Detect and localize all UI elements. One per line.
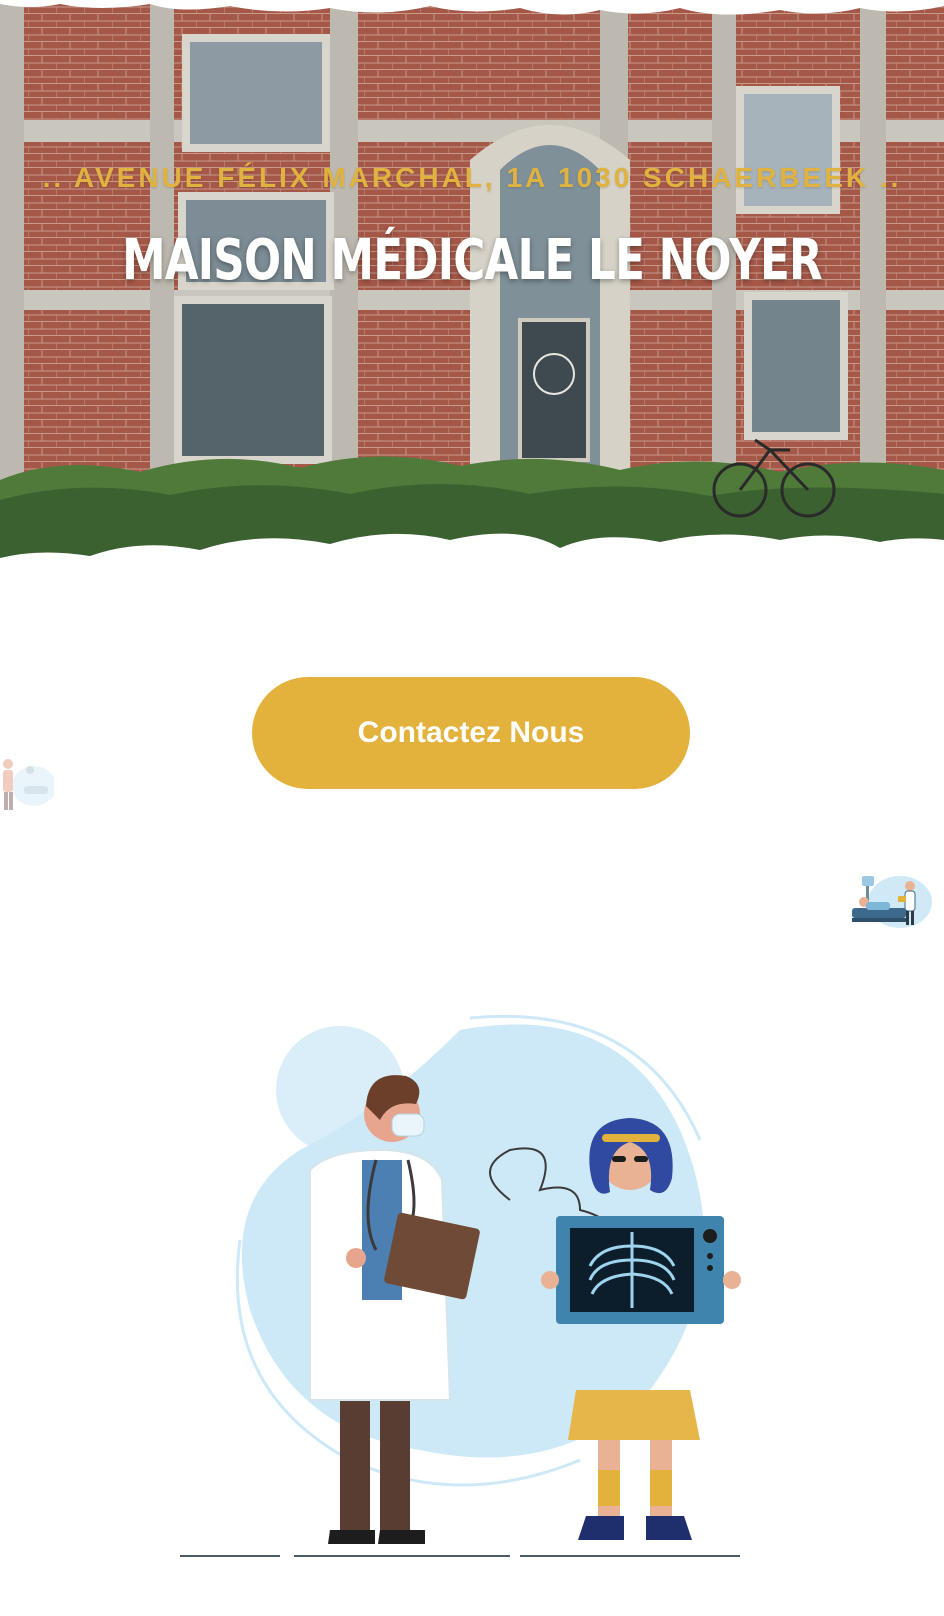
hospital-bed-icon bbox=[844, 872, 934, 941]
address-text: .. AVENUE FÉLIX MARCHAL, 1A 1030 SCHAERB… bbox=[42, 162, 902, 193]
doctor-scene-icon bbox=[0, 752, 56, 827]
page-title: MAISON MÉDICALE LE NOYER bbox=[122, 228, 823, 293]
doctor-xray-illustration bbox=[180, 1010, 770, 1595]
contact-button[interactable]: Contactez Nous bbox=[252, 677, 690, 789]
contact-button-label: Contactez Nous bbox=[357, 716, 585, 749]
hero-banner: .. AVENUE FÉLIX MARCHAL, 1A 1030 SCHAERB… bbox=[0, 0, 944, 580]
